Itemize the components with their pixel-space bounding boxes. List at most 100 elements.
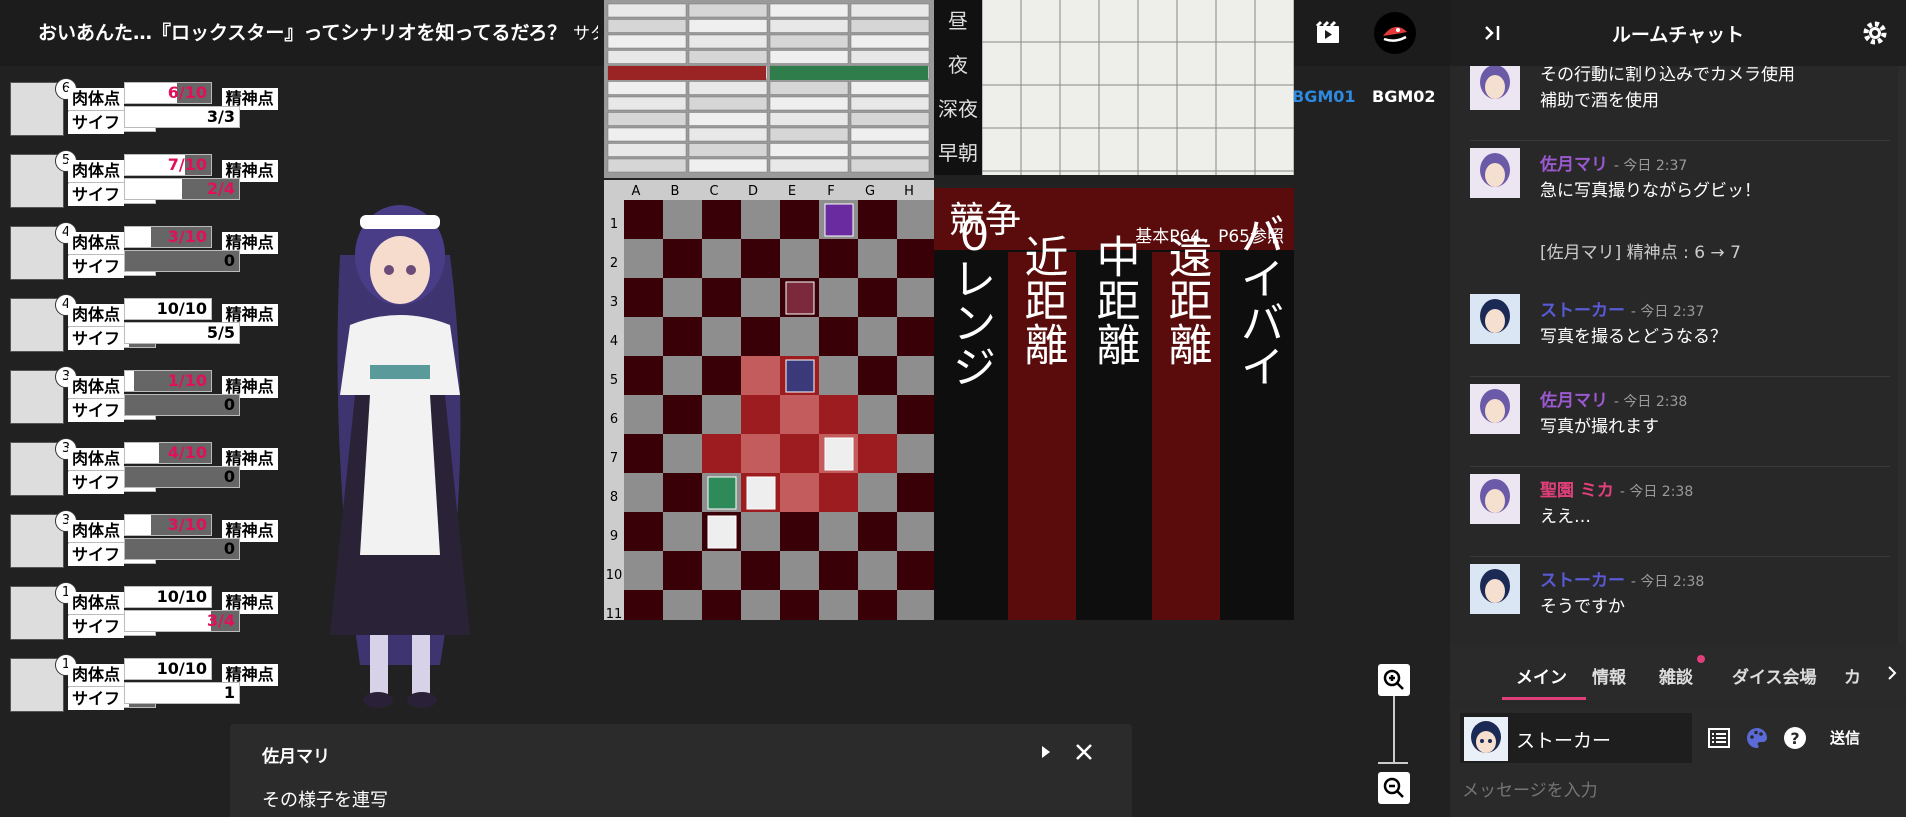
time-of-day-label[interactable]: 夜 xyxy=(948,53,968,77)
board-cell[interactable] xyxy=(741,278,780,317)
purse-value[interactable]: 0 xyxy=(124,538,241,560)
board-cell[interactable] xyxy=(624,239,663,278)
chat-tab[interactable]: 情報 xyxy=(1592,663,1626,688)
settings-gear-icon[interactable] xyxy=(1860,18,1890,48)
hp-value[interactable]: 10/10 xyxy=(124,658,213,680)
app-logo-icon[interactable] xyxy=(1374,12,1416,54)
board-cell[interactable] xyxy=(858,473,897,512)
board-cell[interactable] xyxy=(897,239,936,278)
board-cell[interactable] xyxy=(858,356,897,395)
character-entry[interactable]: 3 肉体点3/10 精神点10/10 サイフ0 xyxy=(10,510,320,568)
zoom-track[interactable] xyxy=(1393,696,1395,764)
chat-scrollbar[interactable] xyxy=(1898,66,1906,645)
character-entry[interactable]: 4 肉体点3/10 精神点10/10 サイフ0 xyxy=(10,222,320,280)
message-input[interactable] xyxy=(1460,775,1894,807)
board-cell[interactable] xyxy=(663,278,702,317)
hp-value[interactable]: 3/10 xyxy=(124,226,213,248)
board-cell[interactable] xyxy=(663,395,702,434)
purse-value[interactable]: 5/5 xyxy=(124,322,241,344)
board-cell[interactable] xyxy=(624,473,663,512)
zoom-out-button[interactable] xyxy=(1378,772,1410,804)
board-cell[interactable] xyxy=(897,551,936,590)
board-cell[interactable] xyxy=(663,239,702,278)
purse-value[interactable]: 2/4 xyxy=(124,178,241,200)
board-cell[interactable] xyxy=(897,512,936,551)
board-cell[interactable] xyxy=(780,512,819,551)
character-entry[interactable]: 3 肉体点4/10 精神点10/10 サイフ0 xyxy=(10,438,320,496)
board-cell[interactable] xyxy=(741,317,780,356)
board-cell[interactable] xyxy=(897,356,936,395)
board-cell[interactable] xyxy=(858,317,897,356)
board-cell[interactable] xyxy=(741,200,780,239)
speaker-select[interactable]: ストーカー xyxy=(1460,713,1692,763)
board-token[interactable] xyxy=(785,359,815,393)
time-of-day-label[interactable]: 深夜 xyxy=(938,97,978,121)
chevron-right-icon[interactable] xyxy=(1884,663,1900,683)
bgm01-button[interactable]: BGM01 xyxy=(1292,87,1356,106)
purse-value[interactable]: 0 xyxy=(124,466,241,488)
board-token[interactable] xyxy=(746,476,776,510)
bgm02-button[interactable]: BGM02 xyxy=(1372,87,1436,106)
purse-value[interactable]: 0 xyxy=(124,394,241,416)
time-of-day-label[interactable]: 昼 xyxy=(948,9,968,33)
movie-icon[interactable] xyxy=(1313,18,1343,48)
board-token[interactable] xyxy=(707,476,737,510)
board-cell[interactable] xyxy=(624,512,663,551)
board-cell[interactable] xyxy=(702,239,741,278)
board-cell[interactable] xyxy=(663,473,702,512)
board-cell[interactable] xyxy=(663,551,702,590)
board-cell[interactable] xyxy=(663,200,702,239)
hp-value[interactable]: 7/10 xyxy=(124,154,213,176)
board-cell[interactable] xyxy=(702,395,741,434)
help-icon[interactable]: ? xyxy=(1782,725,1808,751)
board-cell[interactable] xyxy=(780,551,819,590)
board-cell[interactable] xyxy=(741,590,780,629)
message-avatar[interactable] xyxy=(1470,474,1520,524)
hp-value[interactable]: 6/10 xyxy=(124,82,213,104)
board-cell[interactable] xyxy=(897,434,936,473)
hp-value[interactable]: 10/10 xyxy=(124,586,213,608)
board-cell[interactable] xyxy=(819,512,858,551)
message-list[interactable]: その行動に割り込みでカメラ使用 補助で酒を使用 佐月マリ - 今日 2:37 急に写真… xyxy=(1450,66,1906,645)
board-cell[interactable] xyxy=(858,512,897,551)
board-cell[interactable] xyxy=(624,395,663,434)
message-avatar[interactable] xyxy=(1470,384,1520,434)
purse-value[interactable]: 1 xyxy=(124,682,241,704)
board-cell[interactable] xyxy=(819,317,858,356)
chat-tab[interactable]: カ xyxy=(1844,663,1861,688)
board-cell[interactable] xyxy=(741,239,780,278)
board-cell[interactable] xyxy=(858,395,897,434)
purse-value[interactable]: 3/3 xyxy=(124,106,241,128)
close-icon[interactable] xyxy=(1072,740,1096,764)
character-entry[interactable]: 1 肉体点10/10 精神点10/1 サイフ3/4 xyxy=(10,582,320,640)
palette-icon[interactable] xyxy=(1744,725,1770,751)
board-cell[interactable] xyxy=(897,473,936,512)
board-cell[interactable] xyxy=(780,239,819,278)
board-cell[interactable] xyxy=(741,512,780,551)
message-avatar[interactable] xyxy=(1470,148,1520,198)
board-cell[interactable] xyxy=(780,317,819,356)
hp-value[interactable]: 1/10 xyxy=(124,370,213,392)
character-entry[interactable]: 1 肉体点10/10 精神点7/10 サイフ1 xyxy=(10,654,320,712)
board-cell[interactable] xyxy=(624,356,663,395)
board-cell[interactable] xyxy=(663,434,702,473)
character-entry[interactable]: 3 肉体点1/10 精神点10/10 サイフ0 xyxy=(10,366,320,424)
board-cell[interactable] xyxy=(663,356,702,395)
game-board[interactable]: 昼夜深夜 早朝 A B C D E F G H 1 2 3 4 5 6 7 8 9 10 11 競争 基本P64、P6… xyxy=(604,0,1295,629)
zoom-handle[interactable] xyxy=(1378,762,1408,764)
board-token[interactable] xyxy=(785,281,815,315)
board-cell[interactable] xyxy=(897,395,936,434)
chat-tab[interactable]: 雑談 xyxy=(1659,663,1693,688)
board-cell[interactable] xyxy=(858,551,897,590)
hp-value[interactable]: 10/10 xyxy=(124,298,213,320)
board-token[interactable] xyxy=(707,515,737,549)
board-cell[interactable] xyxy=(741,551,780,590)
board-cell[interactable] xyxy=(819,590,858,629)
hp-value[interactable]: 3/10 xyxy=(124,514,213,536)
board-cell[interactable] xyxy=(663,590,702,629)
board-cell[interactable] xyxy=(819,551,858,590)
character-entry[interactable]: 4 肉体点10/10 精神点7/10 サイフ5/5 xyxy=(10,294,320,352)
board-cell[interactable] xyxy=(858,278,897,317)
board-cell[interactable] xyxy=(858,239,897,278)
purse-value[interactable]: 0 xyxy=(124,250,241,272)
